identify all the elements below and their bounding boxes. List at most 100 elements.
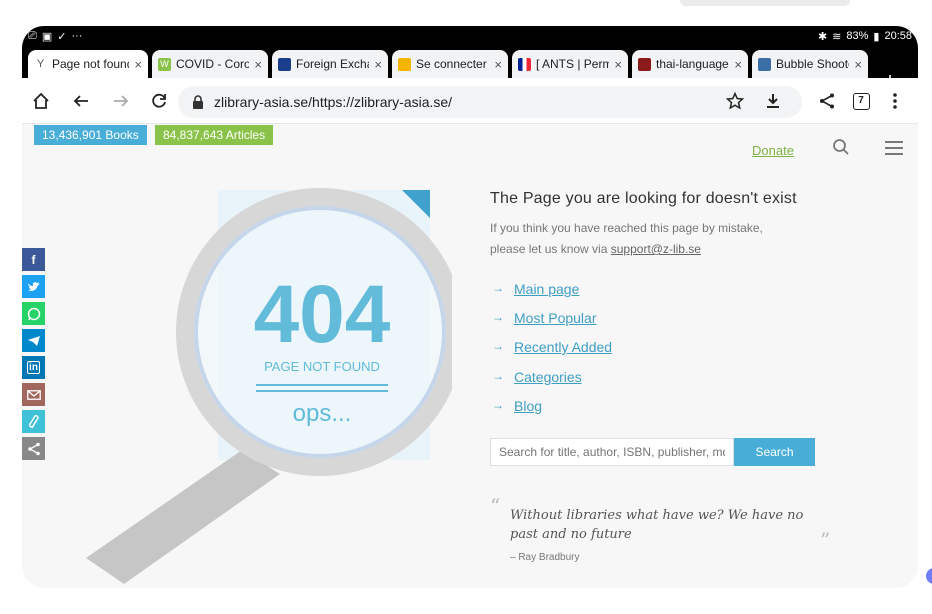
tab-favicon-icon [278,57,291,71]
tab-title: thai-language [656,57,729,71]
quote-author: – Ray Bradbury [510,552,580,563]
link-categories[interactable]: → Categories [492,369,582,385]
more-vert-icon [893,93,897,109]
share-icon [27,442,40,455]
close-icon[interactable]: × [854,57,862,72]
more-share-button[interactable] [22,437,45,460]
tab-bubble-shooter[interactable]: Bubble Shooter × [752,50,868,78]
battery-icon: ▮ [873,30,880,43]
tab-favicon-icon: W [158,57,171,71]
forward-button[interactable] [110,90,132,112]
share-button[interactable] [816,90,838,112]
close-quote-mark: ” [820,528,831,552]
arrow-right-icon: → [492,369,504,383]
search-button[interactable]: Search [734,438,815,466]
open-quote-mark: “ [490,494,501,518]
home-icon [33,92,49,109]
link-recently-added[interactable]: → Recently Added [492,339,612,355]
email-share-button[interactable] [22,383,45,406]
whatsapp-share-button[interactable] [22,302,45,325]
twitter-icon [27,281,40,291]
close-icon[interactable]: × [374,57,382,72]
download-icon [767,94,779,108]
close-icon[interactable]: × [134,57,142,72]
close-icon[interactable]: × [254,57,262,72]
address-bar[interactable]: zlibrary-asia.se/https://zlibrary-asia.s… [178,86,802,118]
tab-ants[interactable]: [ ANTS | Permis × [512,50,628,78]
link-blog[interactable]: → Blog [492,398,542,414]
donate-link[interactable]: Donate [752,143,794,158]
tab-favicon-icon [518,57,531,71]
search-icon[interactable] [832,138,850,156]
wifi-icon: ≋ [832,30,842,43]
telegram-icon [27,335,40,346]
forward-arrow-icon [114,95,129,107]
web-page: 13,436,901 Books 84,837,643 Articles Don… [22,124,918,588]
search-input[interactable] [490,438,734,466]
tab-favicon-icon [758,57,771,71]
tab-thai-language[interactable]: thai-language × [632,50,748,78]
facebook-icon: f [31,252,36,267]
arrow-right-icon: → [492,310,504,324]
star-icon [726,92,744,110]
edge-indicator [926,568,932,584]
link-main-page[interactable]: → Main page [492,281,579,297]
edge-decoration [680,0,850,6]
close-icon[interactable]: × [494,57,502,72]
back-arrow-icon [73,95,88,107]
tab-favicon-icon [398,57,411,71]
error-message-prefix: please let us know via [490,242,608,256]
facebook-share-button[interactable]: f [22,248,45,271]
tab-switcher-button[interactable]: 7 [850,90,872,112]
linkedin-share-button[interactable]: in [22,356,45,379]
twitter-share-button[interactable] [22,275,45,298]
tab-foreign-exchange[interactable]: Foreign Exchange × [272,50,388,78]
tab-title: Bubble Shooter [776,57,849,71]
articles-count-badge[interactable]: 84,837,643 Articles [155,125,274,145]
tab-covid[interactable]: W COVID - Coronavirus × [152,50,268,78]
link-label[interactable]: Most Popular [514,310,596,326]
menu-button[interactable] [884,90,906,112]
image-icon: ▣ [41,30,53,43]
arrow-right-icon: → [492,281,504,295]
share-icon [820,93,834,109]
copy-link-share-button[interactable] [22,410,45,433]
link-label[interactable]: Blog [514,398,542,414]
error-title: The Page you are looking for doesn't exi… [490,190,797,207]
link-label[interactable]: Categories [514,369,582,385]
magnifier-handle [86,450,280,584]
error-code: 404 [254,269,391,360]
hamburger-menu-icon[interactable] [884,140,904,156]
close-icon[interactable]: × [614,57,622,72]
linkedin-icon: in [27,361,40,374]
url-text[interactable]: zlibrary-asia.se/https://zlibrary-asia.s… [214,94,452,110]
tab-title: Page not found [52,57,130,71]
bluetooth-icon: ✱ [817,30,828,43]
clock: 20:58 [884,30,912,42]
tab-page-not-found[interactable]: Y Page not found × [28,50,148,78]
reload-icon [152,93,166,108]
link-most-popular[interactable]: → Most Popular [492,310,596,326]
arrow-right-icon: → [492,398,504,412]
tab-se-connecter[interactable]: Se connecter × [392,50,508,78]
support-email-link[interactable]: support@z-lib.se [611,242,701,256]
error-message-line-1: If you think you have reached this page … [490,221,763,235]
device-screen: ⎚ ▣ ✓ ··· ✱ ≋ 83% ▮ 20:58 Y Page not fou… [22,26,918,588]
page-not-found-label: PAGE NOT FOUND [264,359,380,374]
magnifier-illustration: 404 PAGE NOT FOUND ops... [86,188,452,584]
error-message-line-2: please let us know via support@z-lib.se [490,242,701,256]
download-button[interactable] [762,90,784,112]
home-button[interactable] [30,90,52,112]
books-count-badge[interactable]: 13,436,901 Books [34,125,147,145]
arrow-right-icon: → [492,339,504,353]
bookmark-button[interactable] [724,90,746,112]
link-label[interactable]: Main page [514,281,579,297]
battery-level: 83% [846,30,869,42]
quote-text: Without libraries what have we? We have … [510,508,804,542]
browser-toolbar: zlibrary-asia.se/https://zlibrary-asia.s… [22,78,918,124]
close-icon[interactable]: × [734,57,742,72]
back-button[interactable] [70,90,92,112]
reload-button[interactable] [148,90,170,112]
link-label[interactable]: Recently Added [514,339,612,355]
telegram-share-button[interactable] [22,329,45,352]
